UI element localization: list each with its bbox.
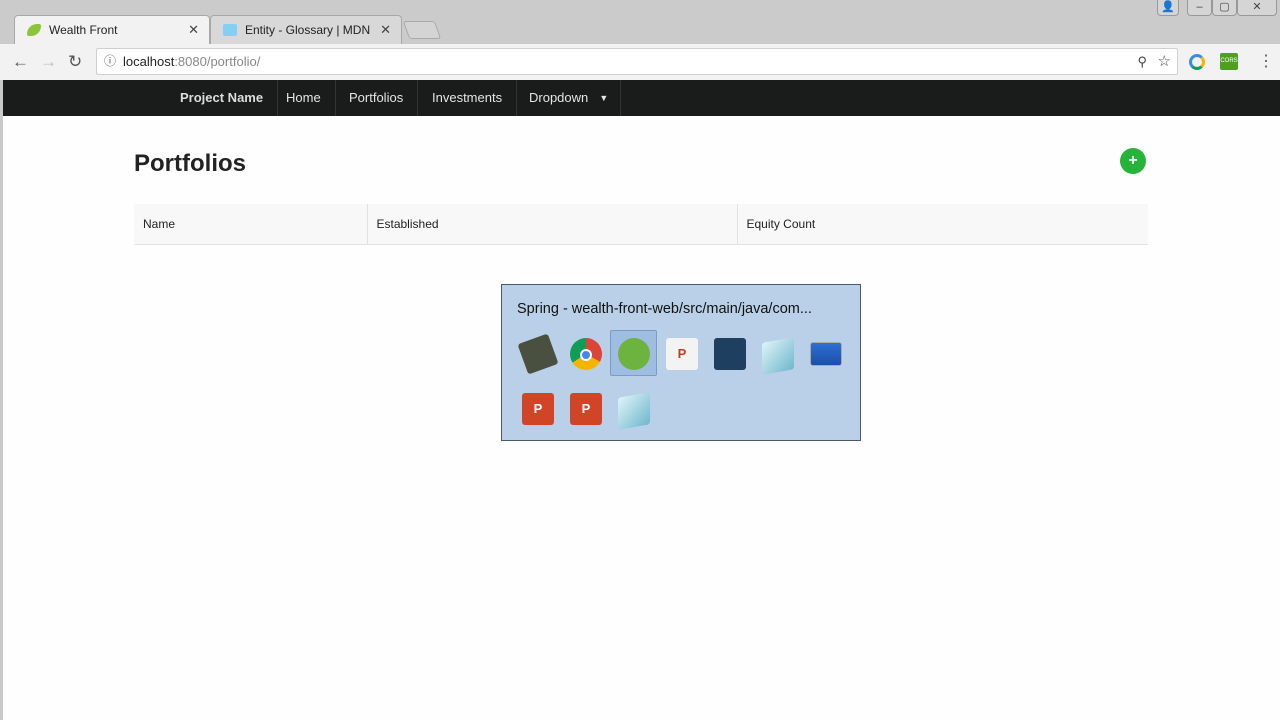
minimize-button[interactable]: – (1187, 0, 1212, 16)
tab-strip: Wealth Front ✕ Entity - Glossary | MDN ✕… (0, 0, 1280, 44)
powerpoint-show-icon[interactable]: P (570, 393, 602, 425)
chrome-icon[interactable] (570, 338, 602, 370)
spring-icon[interactable] (618, 338, 650, 370)
url-path: :8080/portfolio/ (174, 54, 261, 69)
info-icon: ⓘ (104, 54, 117, 68)
tab-wealth-front[interactable]: Wealth Front ✕ (14, 15, 210, 44)
close-window-button[interactable]: ✕ (1237, 0, 1277, 16)
column-header-equity-count: Equity Count (737, 204, 1148, 245)
new-tab-button[interactable] (402, 21, 442, 39)
nav-portfolios[interactable]: Portfolios (335, 80, 419, 116)
tab-mdn[interactable]: Entity - Glossary | MDN ✕ (210, 15, 402, 44)
navbar: Project Name Home Portfolios Investments… (3, 80, 1280, 116)
navbar-brand[interactable]: Project Name (166, 80, 279, 116)
tab-label: Entity - Glossary | MDN (245, 23, 371, 37)
remote-desktop-icon[interactable] (810, 342, 842, 366)
tab-label: Wealth Front (49, 23, 118, 37)
forward-icon[interactable]: → (40, 52, 57, 72)
powerpoint-icon[interactable]: P (522, 393, 554, 425)
address-bar[interactable]: ⓘ localhost:8080/portfolio/ ⚲ ☆ (96, 48, 1178, 75)
bookmark-star-icon[interactable]: ☆ (1158, 49, 1171, 74)
add-portfolio-button[interactable]: + (1120, 148, 1146, 174)
dropdown-label: Dropdown (529, 90, 589, 105)
notepad-icon[interactable] (618, 392, 650, 430)
mdn-dino-icon (223, 24, 237, 36)
maximize-button[interactable]: ▢ (1212, 0, 1237, 16)
zoom-icon[interactable]: ⚲ (1137, 49, 1147, 74)
close-tab-icon[interactable]: ✕ (380, 16, 391, 44)
cors-extension-icon[interactable]: CORS (1220, 53, 1238, 70)
portfolio-table: Name Established Equity Count (134, 204, 1148, 245)
caret-down-icon: ▼ (599, 93, 609, 103)
url-host: localhost (123, 54, 175, 69)
mysql-workbench-icon[interactable] (714, 338, 746, 370)
menu-icon[interactable]: ⋮ (1258, 51, 1274, 71)
column-header-established: Established (367, 204, 738, 245)
nav-home[interactable]: Home (272, 80, 336, 116)
column-header-name: Name (134, 204, 368, 245)
nav-dropdown[interactable]: Dropdown ▼ (515, 80, 622, 116)
page-title: Portfolios (134, 150, 246, 177)
profile-icon[interactable]: 👤 (1157, 0, 1179, 16)
chrome-extension-icon[interactable] (1189, 54, 1205, 70)
browser-toolbar: ← → ↻ ⓘ localhost:8080/portfolio/ ⚲ ☆ CO… (0, 44, 1280, 80)
alt-tab-switcher: Spring - wealth-front-web/src/main/java/… (501, 284, 861, 441)
nav-investments[interactable]: Investments (418, 80, 518, 116)
switcher-title: Spring - wealth-front-web/src/main/java/… (517, 301, 812, 317)
close-tab-icon[interactable]: ✕ (188, 16, 199, 44)
powerpoint-doc-icon[interactable]: P (666, 338, 698, 370)
back-icon[interactable]: ← (12, 52, 29, 72)
reload-icon[interactable]: ↻ (68, 52, 82, 72)
notepad-icon[interactable] (762, 337, 794, 375)
spring-leaf-icon (27, 24, 41, 36)
virtualbox-icon[interactable] (517, 333, 559, 375)
